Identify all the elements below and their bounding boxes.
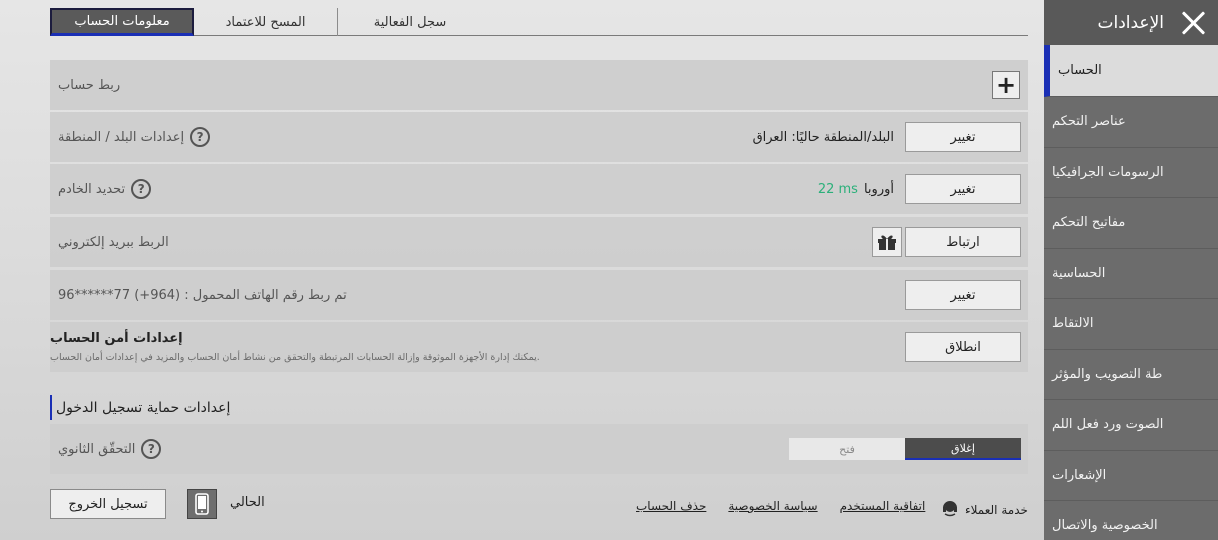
close-icon[interactable] xyxy=(1180,10,1206,36)
change-phone-button[interactable]: تغيير xyxy=(905,280,1021,310)
sidebar-item-label: الإشعارات xyxy=(1052,467,1107,483)
server-name: أوروبا xyxy=(863,181,894,197)
sidebar-item-keybinds[interactable]: مفاتيح التحكم xyxy=(1044,198,1218,249)
region-row: إعدادات البلد / المنطقة ? البلد/المنطقة … xyxy=(50,112,1028,162)
user-agreement-link[interactable]: اتفاقية المستخدم xyxy=(840,499,926,513)
sidebar-item-label: الالتقاط xyxy=(1052,316,1094,332)
sidebar-item-label: الرسومات الجرافيكيا xyxy=(1052,164,1164,180)
security-description: يمكنك إدارة الأجهزة الموثوقة وإزالة الحس… xyxy=(50,352,540,363)
link-email-button[interactable]: ارتباط xyxy=(905,227,1021,257)
toggle-close-option[interactable]: إغلاق xyxy=(905,438,1021,460)
headset-icon xyxy=(941,499,959,520)
customer-support[interactable]: خدمة العملاء xyxy=(941,499,1028,520)
sidebar-item-privacy[interactable]: الخصوصية والاتصال xyxy=(1044,501,1218,540)
sidebar-item-label: مفاتيح التحكم xyxy=(1052,215,1126,231)
phone-label: تم ربط رقم الهاتف المحمول : (964+) 77***… xyxy=(58,287,347,303)
sidebar-item-label: عناصر التحكم xyxy=(1052,114,1126,130)
settings-title: الإعدادات xyxy=(1097,12,1164,33)
sidebar-header: الإعدادات xyxy=(1044,0,1218,45)
help-icon[interactable]: ? xyxy=(131,179,152,199)
region-label: إعدادات البلد / المنطقة xyxy=(58,129,185,145)
sidebar-item-sensitivity[interactable]: الحساسية xyxy=(1044,249,1218,299)
toggle-open-option[interactable]: فتح xyxy=(789,438,905,460)
region-current: البلد/المنطقة حاليًا: العراق xyxy=(752,129,894,145)
sidebar-item-notifications[interactable]: الإشعارات xyxy=(1044,451,1218,501)
tab-bar: معلومات الحساب المسح للاعتماد سجل الفعال… xyxy=(50,8,1028,36)
two-factor-label: التحقّق الثانوي xyxy=(58,441,136,457)
sidebar-item-audio-haptics[interactable]: الصوت ورد فعل اللم xyxy=(1044,400,1218,451)
phone-row: تم ربط رقم الهاتف المحمول : (964+) 77***… xyxy=(50,270,1028,320)
tab-activity-log[interactable]: سجل الفعالية xyxy=(338,8,482,36)
login-protection-heading: إعدادات حماية تسجيل الدخول xyxy=(50,395,230,420)
sidebar-item-crosshair-effects[interactable]: طة التصويب والمؤثر xyxy=(1044,350,1218,400)
privacy-policy-link[interactable]: سياسة الخصوصية xyxy=(728,499,817,513)
sidebar-item-pickup[interactable]: الالتقاط xyxy=(1044,299,1218,350)
two-factor-row: التحقّق الثانوي ? فتح إغلاق xyxy=(50,424,1028,474)
sidebar-item-label: الصوت ورد فعل اللم xyxy=(1052,417,1164,433)
help-icon[interactable]: ? xyxy=(190,127,211,147)
server-row: تحديد الخادم ? 22 ms أوروبا تغيير xyxy=(50,164,1028,214)
support-label: خدمة العملاء xyxy=(965,502,1028,517)
link-account-label: ربط حساب xyxy=(58,77,121,93)
email-row: الربط ببريد إلكتروني ارتباط xyxy=(50,217,1028,267)
mobile-device-icon[interactable] xyxy=(187,489,217,519)
server-label: تحديد الخادم xyxy=(58,181,126,197)
email-label: الربط ببريد إلكتروني xyxy=(58,234,169,250)
link-account-row: ربط حساب + xyxy=(50,60,1028,110)
add-account-button[interactable]: + xyxy=(992,71,1020,99)
help-icon[interactable]: ? xyxy=(141,439,162,459)
security-row: إعدادات أمن الحساب يمكنك إدارة الأجهزة ا… xyxy=(50,322,1028,372)
tab-scan-credentials[interactable]: المسح للاعتماد xyxy=(194,8,338,36)
sidebar-item-label: الحساب xyxy=(1058,63,1102,78)
sidebar-item-graphics[interactable]: الرسومات الجرافيكيا xyxy=(1044,148,1218,198)
logout-button[interactable]: تسجيل الخروج xyxy=(50,489,166,519)
sidebar-item-controls[interactable]: عناصر التحكم xyxy=(1044,97,1218,148)
footer-links: حذف الحساب سياسة الخصوصية اتفاقية المستخ… xyxy=(636,499,925,513)
current-device-label: الحالي xyxy=(230,495,265,510)
change-server-button[interactable]: تغيير xyxy=(905,174,1021,204)
sidebar-item-label: طة التصويب والمؤثر xyxy=(1052,366,1163,382)
plus-icon: + xyxy=(995,71,1017,99)
security-title: إعدادات أمن الحساب xyxy=(50,331,183,346)
security-go-button[interactable]: انطلاق xyxy=(905,332,1021,362)
delete-account-link[interactable]: حذف الحساب xyxy=(636,499,706,513)
settings-sidebar: الإعدادات الحساب عناصر التحكم الرسومات ا… xyxy=(1044,0,1218,540)
two-factor-toggle[interactable]: فتح إغلاق xyxy=(789,438,1021,460)
tab-account-info[interactable]: معلومات الحساب xyxy=(50,8,194,36)
sidebar-item-label: الخصوصية والاتصال xyxy=(1052,518,1158,534)
ping-value: 22 ms xyxy=(817,181,858,197)
gift-icon[interactable] xyxy=(872,227,902,257)
sidebar-item-account[interactable]: الحساب xyxy=(1044,45,1218,97)
change-region-button[interactable]: تغيير xyxy=(905,122,1021,152)
sidebar-item-label: الحساسية xyxy=(1052,265,1106,281)
